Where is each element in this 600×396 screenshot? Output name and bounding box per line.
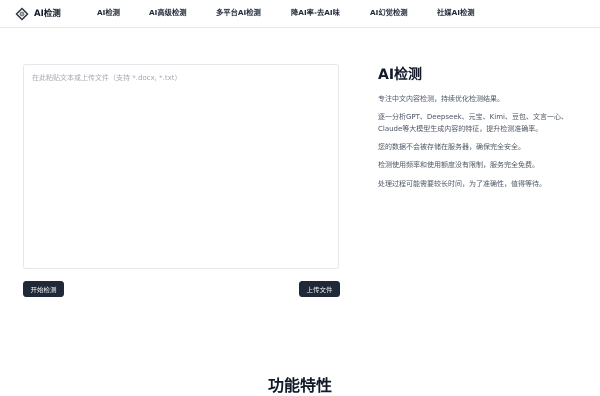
nav-social-media-detect[interactable]: 社媒AI检测 [437,8,475,18]
info-paragraph: 逐一分析GPT、Deepseek、元宝、Kimi、豆包、文言一心、Claude等… [378,113,568,133]
nav-reduce-ai-rate[interactable]: 降AI率-去AI味 [291,8,340,18]
diamond-logo-icon [15,6,29,21]
start-detect-button[interactable]: 开始检测 [23,281,64,297]
logo-text: AI检测 [34,9,61,19]
info-paragraph: 检测使用频率和使用额度没有限制，服务完全免费。 [378,161,539,169]
info-paragraph: 专注中文内容检测，持续优化检测结果。 [378,95,504,103]
nav-ai-detect[interactable]: AI检测 [97,8,120,18]
features-section-title: 功能特性 [267,376,332,395]
top-nav-bar: AI检测 AI检测 AI高级检测 多平台AI检测 降AI率-去AI味 AI幻觉检… [0,0,600,28]
nav-ai-hallucination-detect[interactable]: AI幻觉检测 [370,8,408,18]
info-paragraph: 处理过程可能需要较长时间，为了准确性，值得等待。 [378,180,546,188]
text-input-area [23,64,339,269]
info-title: AI检测 [378,67,423,83]
logo[interactable]: AI检测 [15,6,61,21]
nav-multi-platform-detect[interactable]: 多平台AI检测 [216,8,261,18]
info-paragraph: 您的数据不会被存储在服务器，确保完全安全。 [378,143,525,151]
nav-ai-advanced-detect[interactable]: AI高级检测 [149,8,187,18]
upload-file-button[interactable]: 上传文件 [299,281,340,297]
text-input[interactable] [24,65,338,268]
